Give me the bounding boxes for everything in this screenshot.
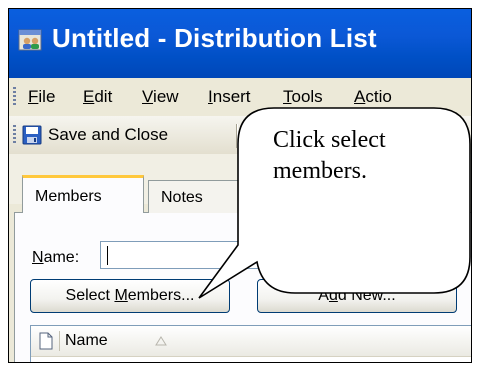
menu-view[interactable]: View [142, 87, 179, 107]
save-icon [22, 125, 42, 145]
title-bar: Untitled - Distribution List [8, 8, 472, 78]
name-field[interactable] [100, 241, 430, 269]
menu-file[interactable]: File [28, 87, 55, 107]
toolbar-separator [236, 124, 238, 148]
menu-insert[interactable]: Insert [208, 87, 251, 107]
list-header: Name [31, 326, 472, 357]
tab-notes[interactable]: Notes [148, 180, 248, 213]
menu-tools[interactable]: Tools [283, 87, 323, 107]
toolbar-grip[interactable] [13, 125, 16, 145]
menu-edit[interactable]: Edit [83, 87, 112, 107]
distribution-list-icon [18, 29, 42, 51]
tab-members[interactable]: Members [22, 175, 144, 213]
name-label: Name: [32, 249, 80, 266]
members-list: Name [30, 325, 472, 363]
callout-line-1: Click select [273, 127, 386, 153]
column-header-name[interactable]: Name [65, 332, 108, 350]
select-members-label: Select Members... [65, 287, 195, 304]
select-members-button[interactable]: Select Members... [30, 279, 230, 313]
callout-line-2: members. [273, 158, 367, 184]
add-new-button[interactable]: Add New... [257, 279, 457, 313]
text-caret [107, 246, 108, 265]
add-new-label: Add New... [318, 287, 396, 304]
sort-ascending-icon [155, 336, 167, 346]
menu-bar: File Edit View Insert Tools Actio [8, 78, 472, 117]
document-icon [39, 332, 53, 350]
menu-grip[interactable] [13, 87, 16, 107]
callout-text: Click select members. [273, 125, 463, 187]
window-title: Untitled - Distribution List [52, 23, 377, 53]
menu-file-rest: ile [38, 87, 56, 106]
save-and-close-label: Save and Close [48, 125, 169, 144]
save-and-close-button[interactable]: Save and Close [22, 122, 168, 148]
column-separator [59, 331, 60, 351]
menu-actions[interactable]: Actio [354, 87, 392, 107]
